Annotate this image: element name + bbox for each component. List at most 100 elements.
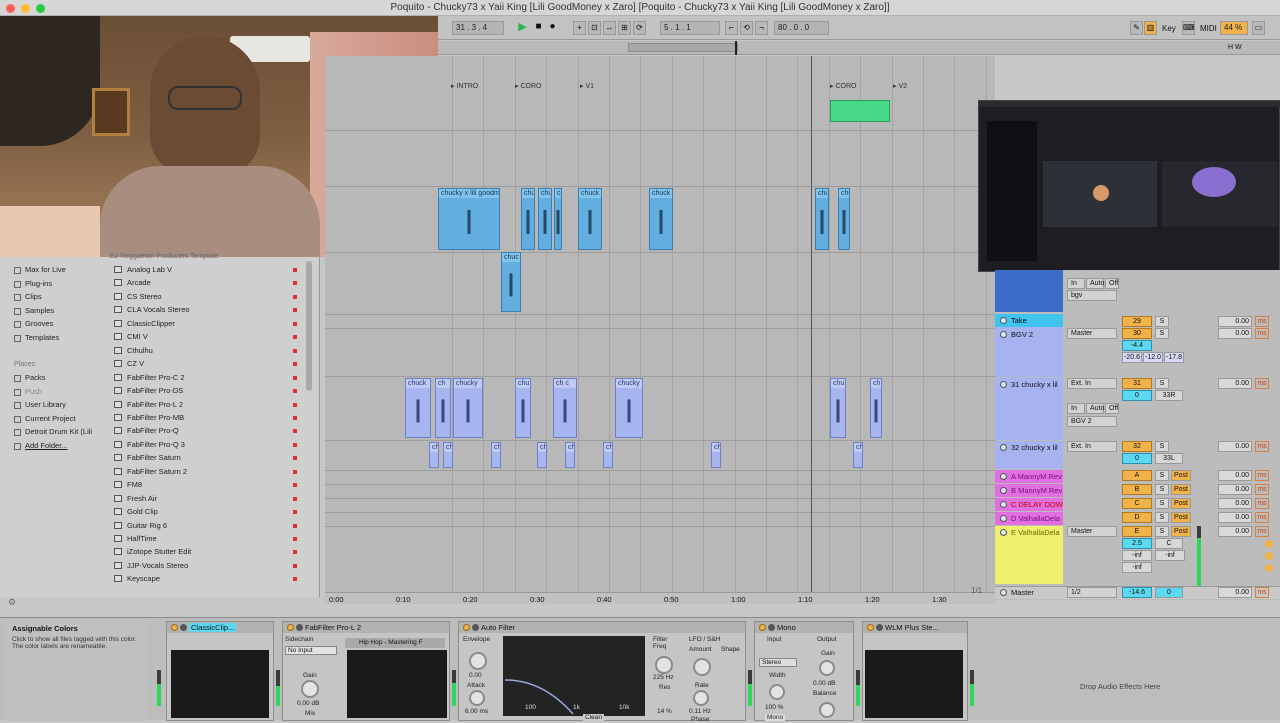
plugin-item[interactable]: HalfTime <box>110 532 305 545</box>
device-on-icon[interactable] <box>867 624 874 631</box>
volume-field[interactable]: 0 <box>1122 453 1152 464</box>
plugin-item[interactable]: FabFilter Pro-C 2 <box>110 371 305 384</box>
attack-knob[interactable] <box>469 690 485 706</box>
solo-button[interactable]: S <box>1155 484 1169 495</box>
monitor-in-button[interactable]: In <box>1067 278 1085 289</box>
place-detroit-drum-kit[interactable]: Detroit Drum Kit (Lili <box>14 425 92 438</box>
loop-length[interactable]: 80 . 0 . 0 <box>774 21 829 35</box>
locator-v2[interactable]: ▸ V2 <box>893 82 907 92</box>
monitor-off-button[interactable]: Off <box>1105 278 1119 289</box>
plugin-item[interactable]: FabFilter Pro-Q <box>110 424 305 437</box>
browser-settings-icon[interactable]: ⚙ <box>8 597 16 608</box>
solo-button[interactable]: S <box>1155 512 1169 523</box>
plugin-item[interactable]: Fresh Air <box>110 492 305 505</box>
plugin-item[interactable]: FabFilter Saturn 2 <box>110 465 305 478</box>
place-packs[interactable]: Packs <box>14 371 45 384</box>
audio-clip[interactable]: ch <box>491 442 501 468</box>
locator-coro-2[interactable]: ▸ CORO <box>830 82 856 92</box>
arrangement-overview[interactable]: H W <box>438 41 1280 55</box>
locator-intro[interactable]: ▸ INTRO <box>451 82 478 92</box>
minimize-window-button[interactable] <box>21 4 30 13</box>
device-auto-filter[interactable]: Auto Filter Envelope 0.00 Attack 6.00 ms… <box>458 621 746 723</box>
post-button[interactable]: Post <box>1171 484 1191 495</box>
sidechain-input-select[interactable]: No Input <box>285 646 337 655</box>
category-samples[interactable]: Samples <box>14 304 54 317</box>
audio-clip[interactable]: chucky <box>615 378 643 438</box>
audio-clip[interactable]: ch c <box>553 378 577 438</box>
audio-clip[interactable]: ch <box>554 188 562 250</box>
place-current-project[interactable]: Current Project <box>14 412 75 425</box>
device-on-icon[interactable] <box>171 624 178 631</box>
key-map-button[interactable]: Key <box>1162 24 1176 33</box>
back-to-arrangement-icon[interactable]: ↔ <box>603 21 616 35</box>
punch-out-icon[interactable]: ¬ <box>755 21 768 35</box>
audio-clip[interactable]: chuc <box>501 252 521 312</box>
computer-midi-icon[interactable]: ▥ <box>1144 21 1157 35</box>
output-select[interactable]: Master <box>1067 328 1117 339</box>
return-track-c[interactable]: C DELAY DOW <box>997 498 1063 511</box>
track-name-take[interactable]: Take <box>997 314 1063 327</box>
volume-field[interactable]: -4.4 <box>1122 340 1152 351</box>
post-button[interactable]: Post <box>1171 512 1191 523</box>
track-delay[interactable]: 0.00 <box>1218 512 1252 523</box>
width-knob[interactable] <box>769 684 785 700</box>
device-classic-clipper[interactable]: ClassicClip... <box>166 621 274 721</box>
plugin-item[interactable]: Cthulhu <box>110 344 305 357</box>
output-select[interactable]: BGV 2 <box>1067 416 1117 427</box>
automation-arm-icon[interactable]: ⊡ <box>588 21 601 35</box>
filter-freq-knob[interactable] <box>655 656 673 674</box>
post-button[interactable]: Post <box>1171 470 1191 481</box>
audio-clip[interactable]: chu <box>838 188 850 250</box>
audio-clip[interactable]: chu <box>521 188 535 250</box>
category-max-for-live[interactable]: Max for Live <box>14 263 66 276</box>
device-fold-icon[interactable] <box>472 624 479 631</box>
track-delay[interactable]: 0.00 <box>1218 378 1252 389</box>
pan-field[interactable]: C <box>1155 538 1183 549</box>
post-button[interactable]: Post <box>1171 526 1191 537</box>
audio-clip[interactable]: chuck <box>649 188 673 250</box>
input-select[interactable]: Ext. In <box>1067 441 1117 452</box>
plugin-item[interactable]: JJP-Vocals Stereo <box>110 559 305 572</box>
master-delay[interactable]: 0.00 <box>1218 587 1252 598</box>
volume-field[interactable]: 0 <box>1122 390 1152 401</box>
arrangement-view[interactable]: ▸ INTRO ▸ CORO ▸ V1 ▸ CORO ▸ V2 chucky x… <box>325 56 995 604</box>
audio-clip[interactable]: ch <box>711 442 721 468</box>
plugin-item[interactable]: Gold Clip <box>110 505 305 518</box>
device-on-icon[interactable] <box>759 624 766 631</box>
master-pan[interactable]: 0 <box>1155 587 1183 598</box>
output-select[interactable]: bgv <box>1067 290 1117 301</box>
locator-v1[interactable]: ▸ V1 <box>580 82 594 92</box>
return-track-d[interactable]: D ValhallaDela <box>997 512 1063 525</box>
add-folder-link[interactable]: Add Folder... <box>14 439 68 452</box>
audio-clip[interactable]: chuck <box>405 378 431 438</box>
device-on-icon[interactable] <box>463 624 470 631</box>
return-track-b[interactable]: B MannyM Rev <box>997 484 1063 497</box>
audio-clip[interactable]: ch <box>853 442 863 468</box>
stereo-mode-select[interactable]: Stereo <box>759 658 797 667</box>
overview-region[interactable] <box>628 43 738 52</box>
play-icon[interactable]: ▶ <box>516 21 529 35</box>
stop-icon[interactable]: ■ <box>532 21 545 35</box>
audio-clip[interactable]: ch <box>443 442 453 468</box>
master-output-select[interactable]: 1/2 <box>1067 587 1117 598</box>
plugin-item[interactable]: iZotope Stutter Edit <box>110 545 305 558</box>
close-window-button[interactable] <box>6 4 15 13</box>
gain-knob[interactable] <box>301 680 319 698</box>
record-icon[interactable]: ● <box>546 21 559 35</box>
audio-clip[interactable]: chu <box>538 188 552 250</box>
lfo-amount-knob[interactable] <box>693 658 711 676</box>
device-mono[interactable]: Mono Input Output Stereo Width 100 % Mon… <box>754 621 854 721</box>
plugin-display[interactable] <box>171 650 269 718</box>
time-ruler[interactable] <box>325 592 995 604</box>
device-fold-icon[interactable] <box>768 624 775 631</box>
plugin-item[interactable]: FM8 <box>110 478 305 491</box>
track-delay[interactable]: 0.00 <box>1218 526 1252 537</box>
browser-header-item[interactable]: Ez Reggaeton Producers Template <box>110 253 310 263</box>
loop-switch-icon[interactable]: ⟲ <box>740 21 753 35</box>
track-delay[interactable]: 0.00 <box>1218 470 1252 481</box>
locator-coro[interactable]: ▸ CORO <box>515 82 541 92</box>
device-pro-l2[interactable]: FabFilter Pro-L 2 Sidechain No Input Gai… <box>282 621 450 721</box>
volume-field[interactable]: 2.5 <box>1122 538 1152 549</box>
audio-clip[interactable]: ch <box>435 378 451 438</box>
track-name-31[interactable]: 31 chucky x lil <box>997 378 1063 391</box>
